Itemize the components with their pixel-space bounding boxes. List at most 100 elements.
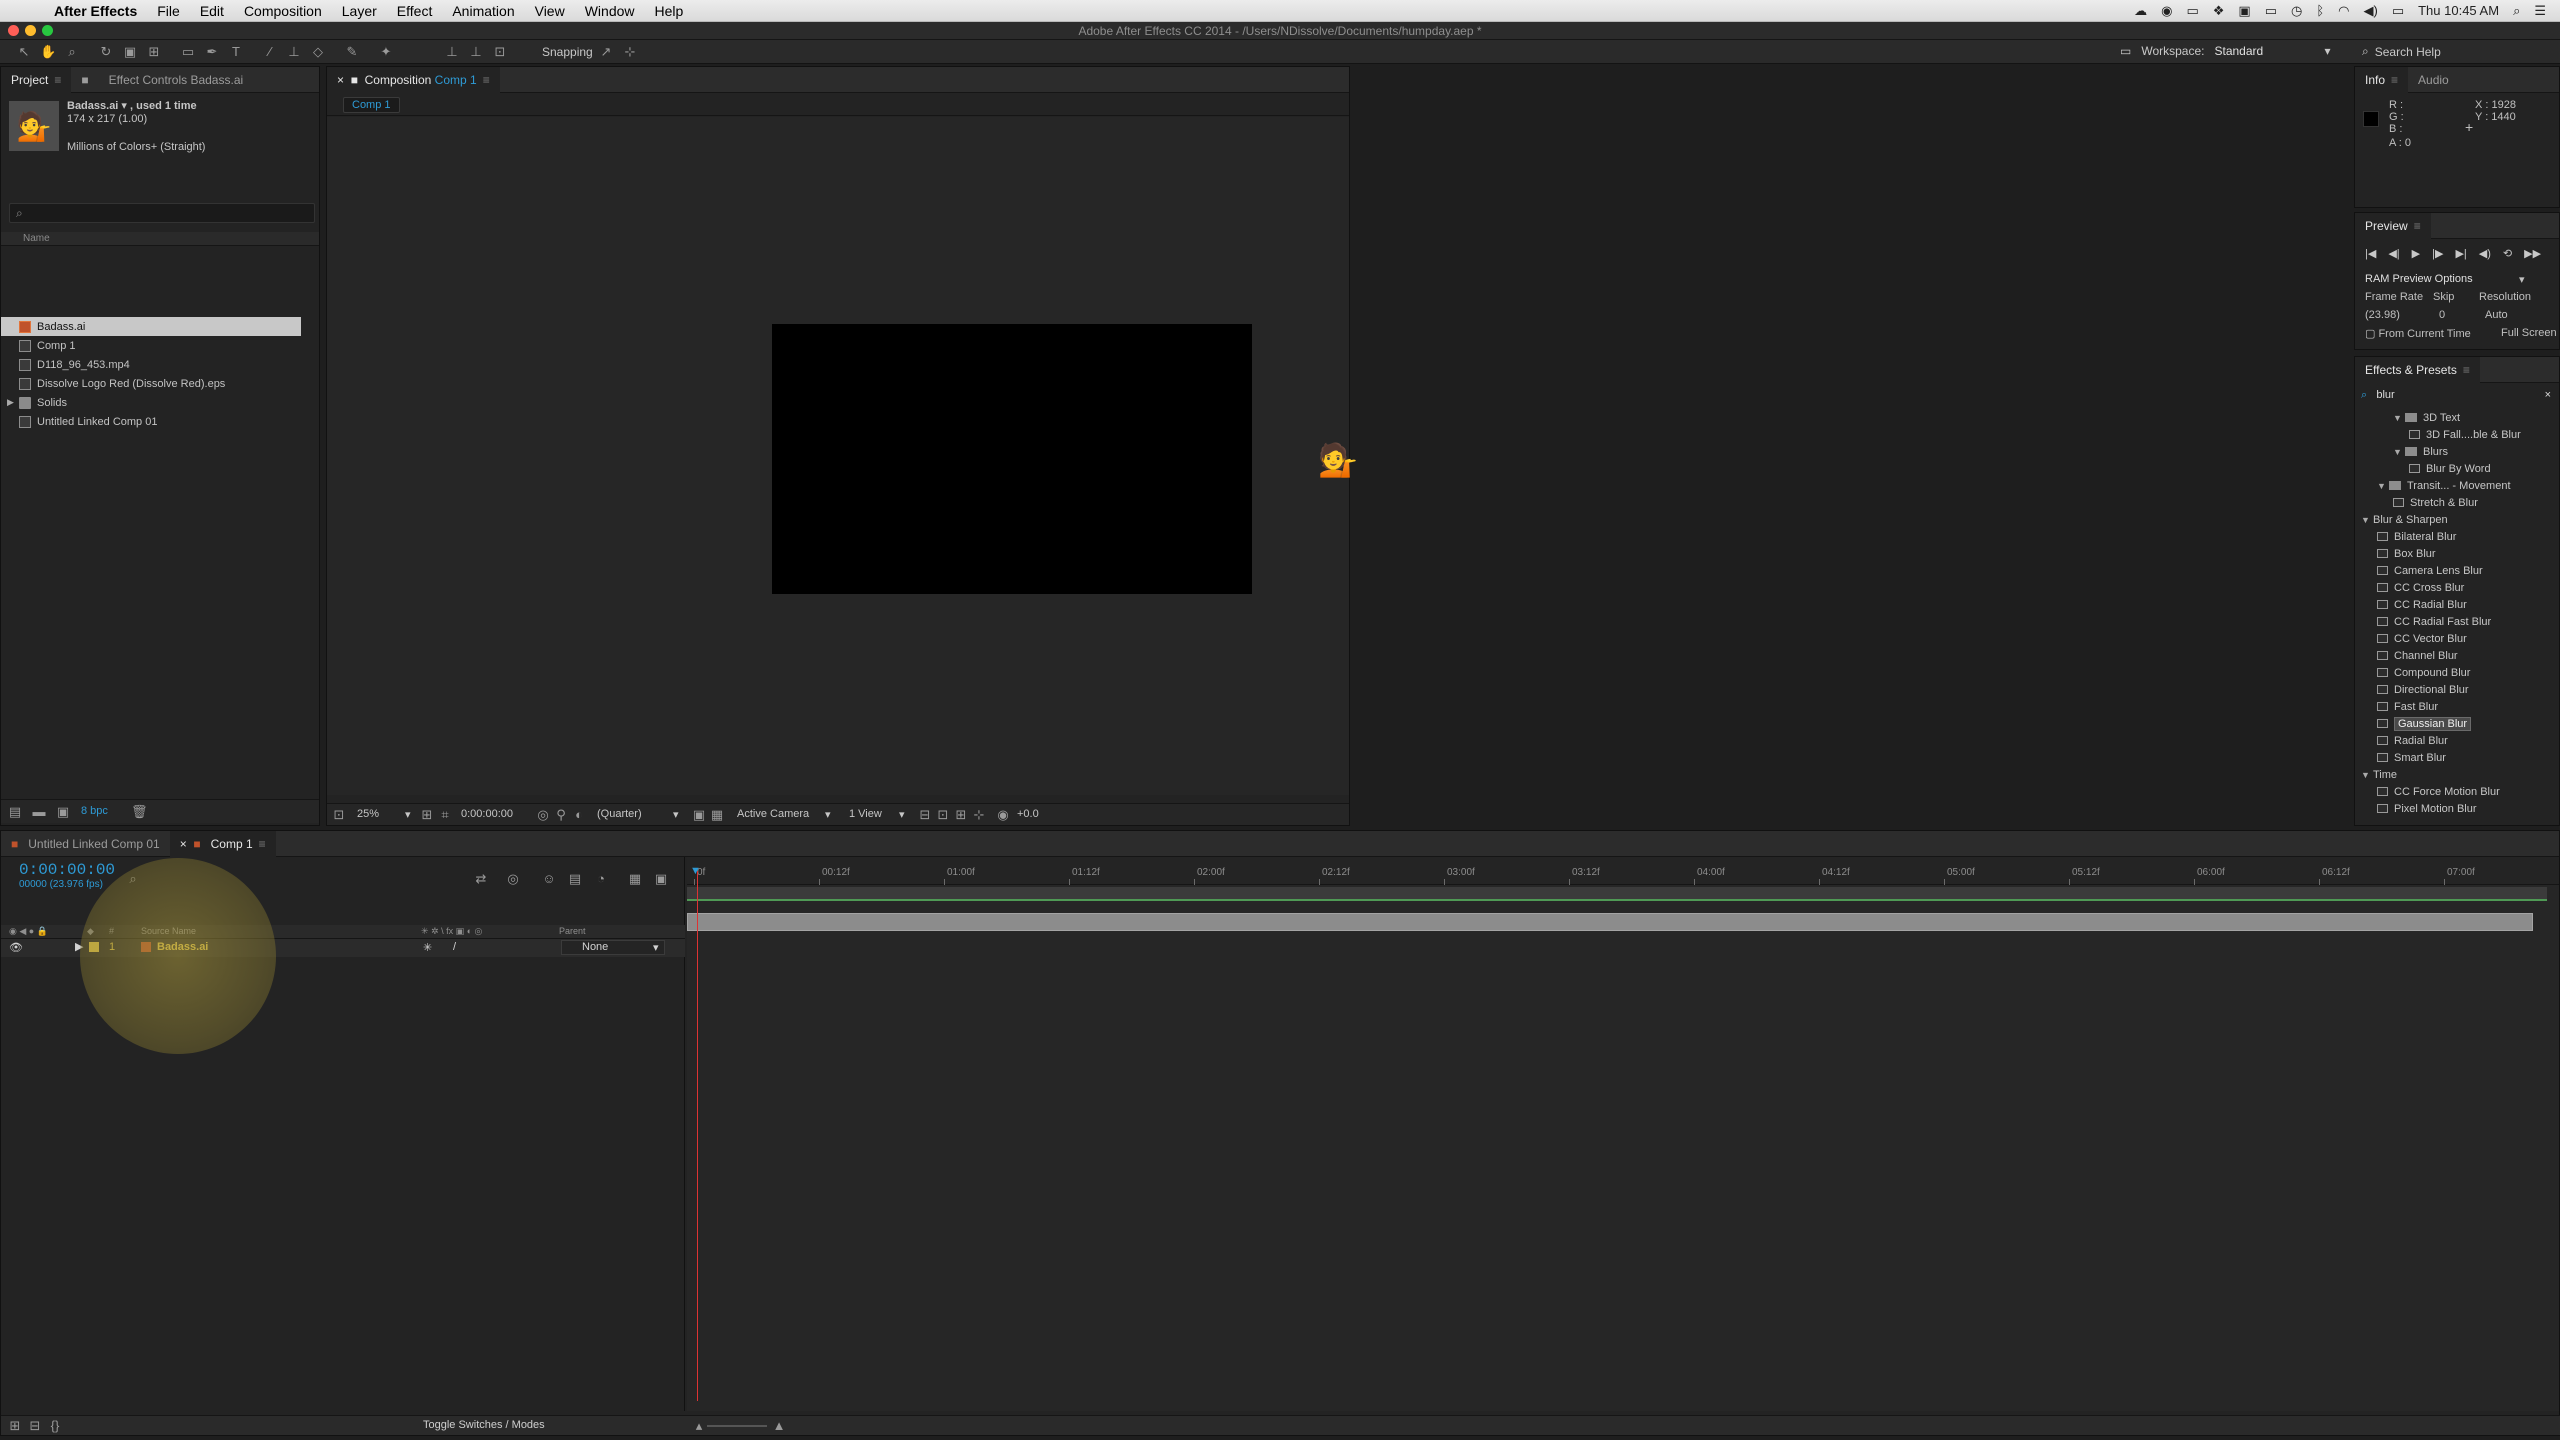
playhead-icon[interactable]: ▼: [690, 865, 702, 879]
menu-composition[interactable]: Composition: [244, 3, 322, 19]
panel-menu-icon[interactable]: ≡: [483, 73, 490, 87]
transparency-grid-icon[interactable]: ▦: [709, 807, 725, 823]
effects-item[interactable]: CC Force Motion Blur: [2355, 783, 2555, 800]
effects-item[interactable]: Pixel Motion Blur: [2355, 800, 2555, 817]
project-search-input[interactable]: ⌕: [9, 203, 315, 223]
chevron-down-icon[interactable]: ▾: [405, 808, 411, 821]
wifi-icon[interactable]: ◠: [2338, 3, 2349, 19]
search-help-field[interactable]: ⌕ Search Help: [2362, 43, 2552, 60]
menu-animation[interactable]: Animation: [452, 3, 514, 19]
zoom-tool-icon[interactable]: ⌕: [64, 44, 80, 60]
tab-info[interactable]: Info ≡: [2355, 66, 2409, 93]
panel-menu-icon[interactable]: ≡: [54, 73, 61, 87]
snap-extend-icon[interactable]: ⊹: [622, 44, 638, 60]
layer-switches-icon[interactable]: ⊞: [7, 1418, 23, 1434]
loop-icon[interactable]: ⟲: [2503, 247, 2512, 260]
disclosure-triangle-icon[interactable]: ▼: [2361, 515, 2371, 525]
tab-untitled-linked-comp[interactable]: ■ Untitled Linked Comp 01: [1, 831, 170, 857]
tab-composition[interactable]: × ■ Composition Comp 1 ≡: [327, 66, 500, 93]
clear-search-icon[interactable]: ×: [2545, 389, 2551, 401]
tab-effects-presets[interactable]: Effects & Presets ≡: [2355, 356, 2480, 383]
effects-item[interactable]: ▼ Transit... - Movement: [2355, 477, 2555, 494]
chevron-down-icon[interactable]: ▾: [2324, 44, 2330, 58]
project-item[interactable]: ▶ Solids: [1, 393, 301, 412]
close-tab-icon[interactable]: ×: [180, 837, 187, 851]
menu-effect[interactable]: Effect: [397, 3, 433, 19]
effects-item[interactable]: Fast Blur: [2355, 698, 2555, 715]
from-current-time-checkbox[interactable]: ▢ From Current Time: [2365, 327, 2471, 340]
resolution-select[interactable]: (Quarter): [597, 808, 642, 820]
show-snapshot-icon[interactable]: ⚲: [553, 807, 569, 823]
parent-column[interactable]: Parent: [559, 926, 586, 936]
next-frame-icon[interactable]: |▶: [2432, 247, 2443, 260]
source-name-column[interactable]: Source Name: [141, 926, 196, 936]
creative-cloud-icon[interactable]: ☁: [2134, 3, 2147, 19]
effects-item[interactable]: Gaussian Blur: [2355, 715, 2555, 732]
comp-mini-flowchart-icon[interactable]: ⇄: [473, 871, 489, 887]
layer-name[interactable]: Badass.ai: [157, 941, 208, 953]
project-item[interactable]: Dissolve Logo Red (Dissolve Red).eps: [1, 374, 301, 393]
rectangle-tool-icon[interactable]: ▭: [180, 44, 196, 60]
current-time-display[interactable]: 0:00:00:00: [461, 808, 513, 820]
new-comp-icon[interactable]: ▣: [55, 804, 71, 820]
brush-tool-icon[interactable]: ∕: [262, 44, 278, 60]
axis-local-icon[interactable]: ⊥: [444, 44, 460, 60]
zoom-select[interactable]: 25%: [357, 808, 379, 820]
tab-preview[interactable]: Preview ≡: [2355, 212, 2431, 239]
adobe-icon[interactable]: ◉: [2161, 3, 2172, 19]
project-item[interactable]: Badass.ai: [1, 317, 301, 336]
camera-select[interactable]: Active Camera: [737, 808, 809, 820]
effects-item[interactable]: CC Radial Blur: [2355, 596, 2555, 613]
menu-file[interactable]: File: [157, 3, 180, 19]
hand-tool-icon[interactable]: ✋: [40, 44, 56, 60]
type-tool-icon[interactable]: T: [228, 44, 244, 60]
chevron-down-icon[interactable]: ▾: [653, 941, 659, 954]
disclosure-triangle-icon[interactable]: ▼: [2377, 481, 2387, 491]
effects-item[interactable]: ▼ Time: [2355, 766, 2555, 783]
label-color-swatch[interactable]: [89, 942, 99, 952]
clock[interactable]: Thu 10:45 AM: [2418, 3, 2499, 18]
effects-item[interactable]: Directional Blur: [2355, 681, 2555, 698]
eraser-tool-icon[interactable]: ◇: [310, 44, 326, 60]
mask-visibility-icon[interactable]: ⌗: [437, 807, 453, 823]
toggle-pixel-aspect-icon[interactable]: ⊟: [917, 807, 933, 823]
display-icon[interactable]: ▣: [2238, 3, 2250, 19]
eye-icon[interactable]: 👁: [9, 941, 23, 954]
camera-tool-icon[interactable]: ▣: [122, 44, 138, 60]
effects-search-input[interactable]: ⌕ blur ×: [2361, 387, 2551, 403]
effects-item[interactable]: CC Cross Blur: [2355, 579, 2555, 596]
effects-item[interactable]: CC Radial Fast Blur: [2355, 613, 2555, 630]
effects-item[interactable]: Stretch & Blur: [2355, 494, 2555, 511]
workspace-select[interactable]: Standard: [2214, 44, 2314, 58]
dropbox-icon[interactable]: ❖: [2213, 3, 2225, 19]
comp-breadcrumb[interactable]: Comp 1: [343, 97, 400, 113]
volume-icon[interactable]: ◀): [2363, 3, 2377, 19]
timeline-current-time[interactable]: 0:00:00:00: [19, 861, 115, 879]
flowchart-icon[interactable]: ⊹: [971, 807, 987, 823]
zoom-in-icon[interactable]: ▲: [771, 1418, 787, 1434]
quality-icon[interactable]: /: [453, 941, 456, 953]
tab-effect-controls[interactable]: ■ Effect Controls Badass.ai: [71, 67, 253, 93]
timeline-icon[interactable]: ⊞: [953, 807, 969, 823]
expand-folder-icon[interactable]: ▶: [7, 397, 14, 408]
graph-editor-icon[interactable]: ▦: [627, 871, 643, 887]
clone-stamp-tool-icon[interactable]: ⊥: [286, 44, 302, 60]
effects-item[interactable]: ▼ 3D Text: [2355, 409, 2555, 426]
tab-project[interactable]: Project ≡: [1, 66, 72, 93]
lock-icon[interactable]: ■: [351, 73, 358, 87]
effects-item[interactable]: ▼ Blurs: [2355, 443, 2555, 460]
tab-audio[interactable]: Audio: [2408, 67, 2459, 93]
project-item[interactable]: Comp 1: [1, 336, 301, 355]
disclosure-triangle-icon[interactable]: ▼: [2393, 413, 2403, 423]
bluetooth-icon[interactable]: ᛒ: [2316, 3, 2324, 18]
menu-edit[interactable]: Edit: [200, 3, 224, 19]
always-preview-icon[interactable]: ⊡: [331, 807, 347, 823]
effects-item[interactable]: Radial Blur: [2355, 732, 2555, 749]
channel-icon[interactable]: ◐: [571, 807, 587, 823]
notification-center-icon[interactable]: ☰: [2534, 3, 2546, 19]
trash-icon[interactable]: 🗑: [131, 804, 148, 820]
panel-menu-icon[interactable]: ≡: [2391, 73, 2398, 87]
zoom-slider[interactable]: [707, 1425, 767, 1427]
airplay-icon[interactable]: ▭: [2265, 3, 2277, 19]
pen-tool-icon[interactable]: ✒: [204, 44, 220, 60]
